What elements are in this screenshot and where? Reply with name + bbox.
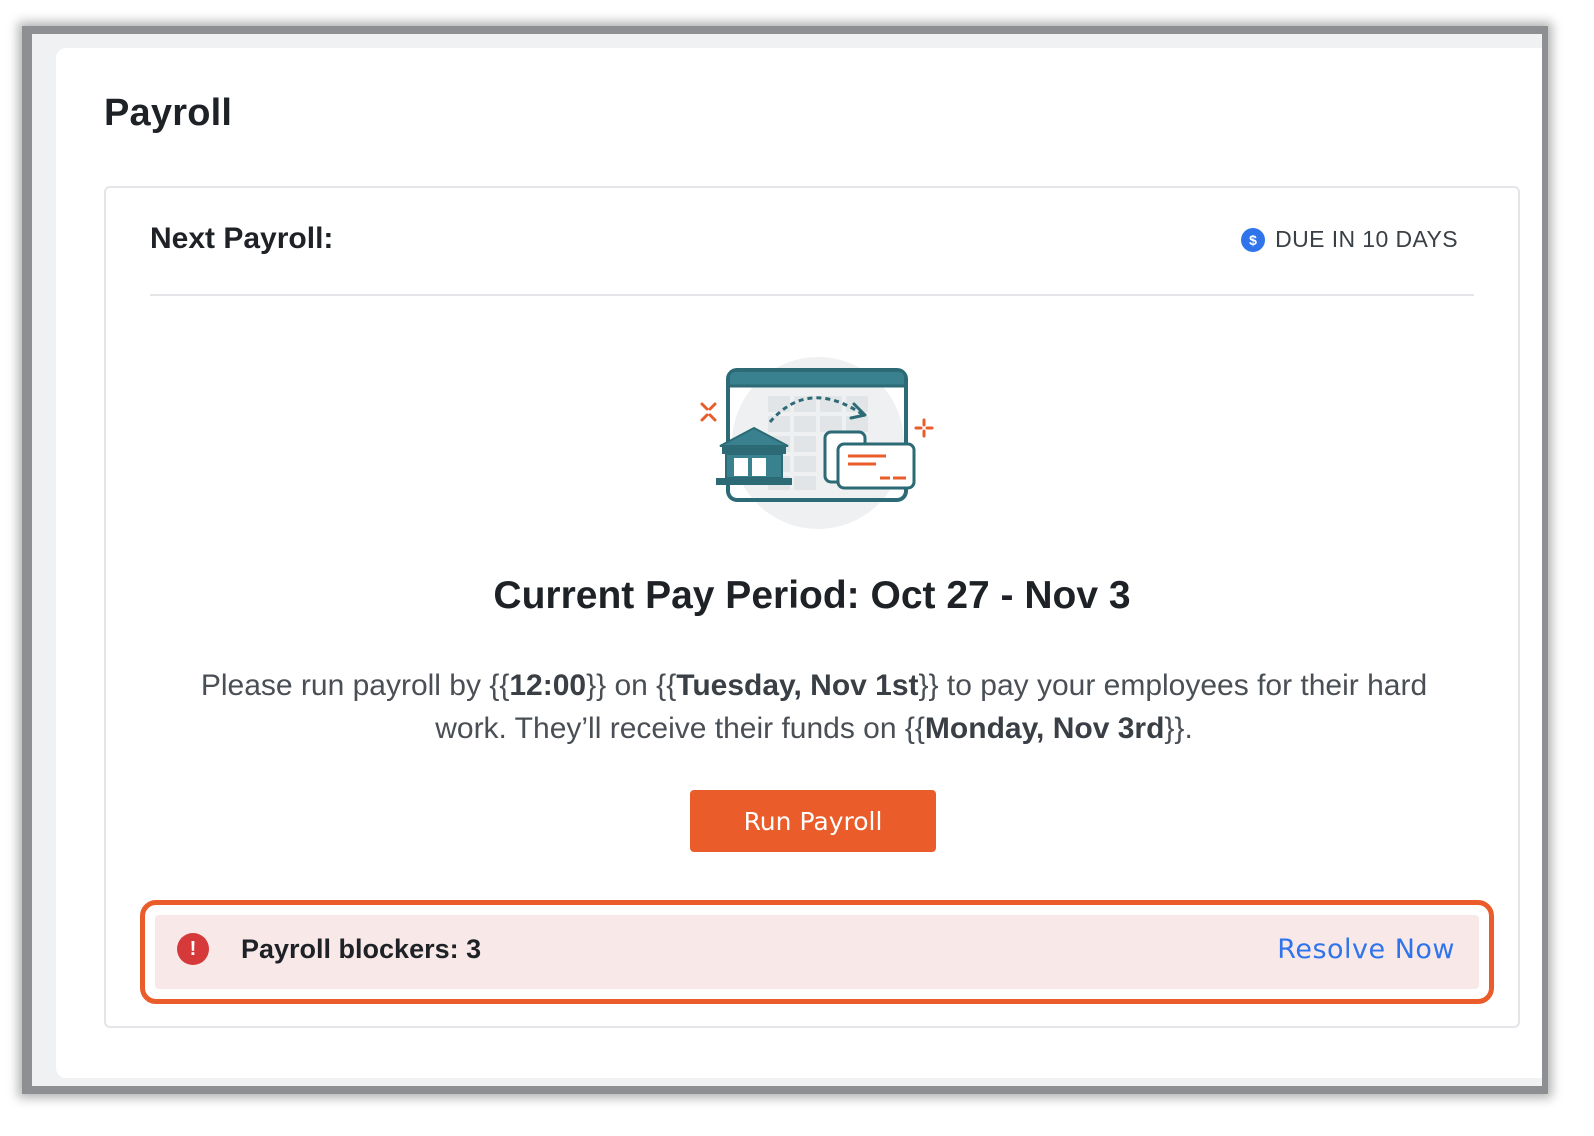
instructions-text-1: Please run payroll by {{ bbox=[200, 669, 510, 702]
next-payroll-card: Next Payroll: $ DUE IN 10 DAYS Current P… bbox=[104, 186, 1520, 1028]
bank-to-card-transfer-illustration bbox=[700, 357, 934, 529]
run-deadline-time: 12:00 bbox=[509, 669, 587, 702]
next-payroll-heading: Next Payroll: bbox=[150, 222, 334, 255]
payroll-blockers-banner: ! Payroll blockers: 3 Resolve Now bbox=[155, 915, 1479, 989]
screenshot-frame: Payroll Next Payroll: $ DUE IN 10 DAYS C… bbox=[22, 26, 1548, 1094]
payroll-blockers-label: Payroll blockers: 3 bbox=[241, 934, 482, 964]
due-badge-label: DUE IN 10 DAYS bbox=[1275, 226, 1458, 252]
exclamation-circle-icon: ! bbox=[177, 933, 209, 965]
instructions-text-2: }} on {{ bbox=[586, 669, 677, 702]
run-deadline-date: Tuesday, Nov 1st bbox=[676, 669, 919, 702]
resolve-now-link[interactable]: Resolve Now bbox=[1277, 934, 1455, 965]
page-title: Payroll bbox=[104, 92, 233, 134]
instructions-text-4: }}. bbox=[1164, 712, 1193, 745]
payroll-blockers-highlight: ! Payroll blockers: 3 Resolve Now bbox=[140, 900, 1494, 1004]
pay-period-title: Current Pay Period: Oct 27 - Nov 3 bbox=[493, 574, 1131, 617]
dollar-circle-icon: $ bbox=[1241, 227, 1266, 252]
funds-received-date: Monday, Nov 3rd bbox=[924, 712, 1165, 745]
run-payroll-button[interactable]: Run Payroll bbox=[690, 790, 936, 852]
due-badge: $ DUE IN 10 DAYS bbox=[1241, 226, 1458, 253]
payroll-panel: Payroll Next Payroll: $ DUE IN 10 DAYS C… bbox=[56, 48, 1542, 1078]
card-header: Next Payroll: $ DUE IN 10 DAYS bbox=[150, 188, 1474, 296]
payroll-instructions: Please run payroll by {{12:00}} on {{Tue… bbox=[186, 664, 1442, 750]
